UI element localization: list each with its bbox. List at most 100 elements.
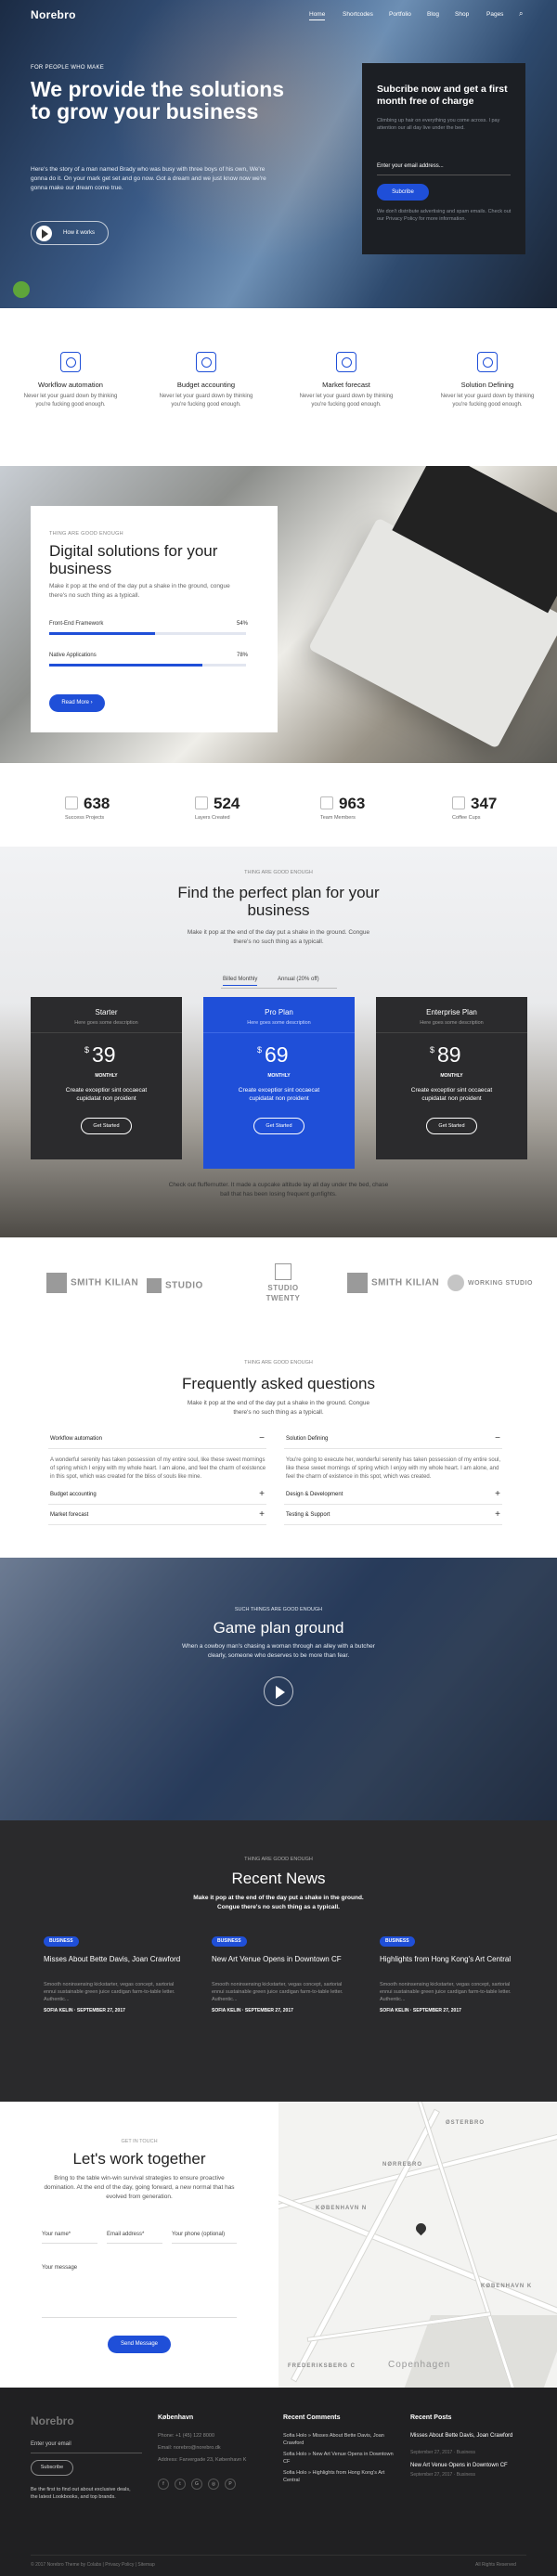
phone-field-underline [172,2243,237,2244]
plan-divider [376,1032,527,1033]
message-field[interactable]: Your message [42,2265,77,2271]
progress-label: Front-End Framework [49,621,104,627]
footer-divider [31,2555,526,2556]
footer-email[interactable]: Email: norebro@norebro.dk [158,2444,221,2452]
faq-section: THING ARE GOOD ENOUGH Frequently asked q… [0,1341,557,1558]
recent-comment[interactable]: Sofia Holo » Misses About Bette Davis, J… [283,2432,395,2447]
client-logo[interactable]: WORKING STUDIO [447,1275,533,1291]
send-message-button[interactable]: Send Message [108,2336,171,2353]
logo-mark-icon [147,1278,162,1293]
faq-question-item[interactable]: Testing & Support + [284,1507,502,1525]
nav-home[interactable]: Home [309,11,326,20]
map-label: FREDERIKSBERG C [288,2363,356,2369]
read-more-button[interactable]: Read More › [49,694,105,712]
logo-mark-icon [447,1275,464,1291]
get-started-button[interactable]: Get Started [81,1118,132,1134]
faq-question: Design & Development [286,1492,343,1497]
stat-label: Coffee Cups [452,815,481,821]
annual-toggle[interactable]: Annual (20% off) [278,977,319,982]
faq-question-item[interactable]: Budget accounting + [48,1486,266,1505]
footer-subscribe-button[interactable]: Subscribe [31,2460,73,2476]
nav-shop[interactable]: Shop [455,11,469,18]
toggle-divider [221,988,337,989]
email-field-underline [107,2243,162,2244]
recent-post-date: September 27, 2017 · Business [410,2450,476,2455]
category-badge[interactable]: BUSINESS [212,1936,247,1947]
recent-post-link[interactable]: New Art Venue Opens in Downtown CF [410,2462,526,2469]
floating-action-button[interactable] [13,281,30,298]
expand-icon: + [259,1489,265,1499]
nav-portfolio[interactable]: Portfolio [389,11,411,18]
faq-answer: A wonderful serenity has taken possessio… [50,1457,266,1480]
pricing-plan-pro: Pro Plan Here goes some description $ 69… [203,997,355,1169]
client-logo-text: SMITH KILIAN [371,1277,440,1288]
post-title[interactable]: New Art Venue Opens in Downtown CF [212,1954,360,1964]
faq-question-item[interactable]: Design & Development + [284,1486,502,1505]
subscribe-button[interactable]: Subcribe [377,184,429,201]
collapse-icon: − [495,1433,500,1443]
subscribe-title: Subcribe now and get a first month free … [377,84,508,107]
faq-question-open[interactable]: Solution Defining − [284,1430,502,1449]
feature-card: Workflow automation Never let your guard… [19,352,123,409]
stat-label: Team Members [320,815,356,821]
plan-name: Pro Plan [265,1008,293,1016]
phone-field[interactable]: Your phone (optional) [172,2232,225,2237]
pricing-plan-enterprise: Enterprise Plan Here goes some descripti… [376,997,527,1159]
site-logo[interactable]: Norebro [31,8,76,21]
calculator-icon [196,352,216,372]
instagram-icon[interactable]: ◎ [208,2479,219,2490]
plan-name: Enterprise Plan [426,1008,477,1016]
hero-text: Here's the story of a man named Brady wh… [31,166,266,191]
recent-comment[interactable]: Sofia Holo » New Art Venue Opens in Down… [283,2451,395,2466]
how-it-works-button[interactable]: How it works [31,221,109,245]
client-logo[interactable]: SMITH KILIAN [46,1273,138,1293]
progress-track [49,632,246,635]
map-water [404,2315,557,2388]
twitter-icon[interactable]: t [175,2479,186,2490]
search-icon[interactable]: ⌕ [519,9,523,19]
recent-comment[interactable]: Sofia Holo » Highlights from Hong Kong's… [283,2469,395,2484]
category-badge[interactable]: BUSINESS [44,1936,79,1947]
map-pin-icon[interactable] [413,2220,429,2236]
recent-post-link[interactable]: Misses About Bette Davis, Joan Crawford [410,2432,526,2440]
footer-logo[interactable]: Norebro [31,2414,74,2427]
stat-number: 963 [339,795,366,812]
post-title[interactable]: Misses About Bette Davis, Joan Crawford [44,1954,192,1964]
news-kicker: THING ARE GOOD ENOUGH [244,1857,313,1862]
get-started-button[interactable]: Get Started [426,1118,477,1134]
email-field[interactable]: Email address* [107,2232,144,2237]
nav-pages[interactable]: Pages [486,11,503,18]
faq-question: Workflow automation [50,1436,102,1442]
post-title[interactable]: Highlights from Hong Kong's Art Central [380,1954,528,1964]
category-badge[interactable]: BUSINESS [380,1936,415,1947]
expand-icon: + [495,1509,500,1520]
video-play-button[interactable] [264,1676,293,1706]
client-logo[interactable]: STUDIO [147,1278,203,1293]
nav-blog[interactable]: Blog [427,11,439,18]
video-section: SUCH THINGS ARE GOOD ENOUGH Game plan gr… [0,1558,557,1820]
expand-icon: + [495,1489,500,1499]
google-icon[interactable]: G [191,2479,202,2490]
name-field[interactable]: Your name* [42,2232,71,2237]
nav-shortcodes[interactable]: Shortcodes [343,11,373,18]
faq-question-open[interactable]: Workflow automation − [48,1430,266,1449]
location-map[interactable]: NØRREBRO KØBENHAVN N KØBENHAVN K FREDERI… [278,2102,557,2388]
footer-email-field[interactable]: Enter your email [31,2441,71,2447]
subscribe-email-field[interactable]: Enter your email address... [377,163,444,169]
subscribe-note: We don't distribute advertising and spam… [377,209,512,222]
get-started-button[interactable]: Get Started [253,1118,304,1134]
name-field-underline [42,2243,97,2244]
subscribe-desc: Climbing up hair on everything you come … [377,118,500,131]
recent-news-section: THING ARE GOOD ENOUGH Recent News Make i… [0,1820,557,2102]
pinterest-icon[interactable]: P [225,2479,236,2490]
client-logo[interactable]: SMITH KILIAN [347,1273,439,1293]
faq-question-item[interactable]: Market forecast + [48,1507,266,1525]
billed-monthly-toggle[interactable]: Billed Monthly [223,977,258,986]
pricing-plan-starter: Starter Here goes some description $ 39 … [31,997,182,1159]
facebook-icon[interactable]: f [158,2479,169,2490]
contact-section: GET IN TOUCH Let's work together Bring t… [0,2102,557,2388]
client-logo[interactable]: STUDIO TWENTY [260,1263,306,1303]
feature-title: Budget accounting [176,381,236,389]
stat-number: 524 [214,795,240,812]
presentation-icon [60,352,81,372]
